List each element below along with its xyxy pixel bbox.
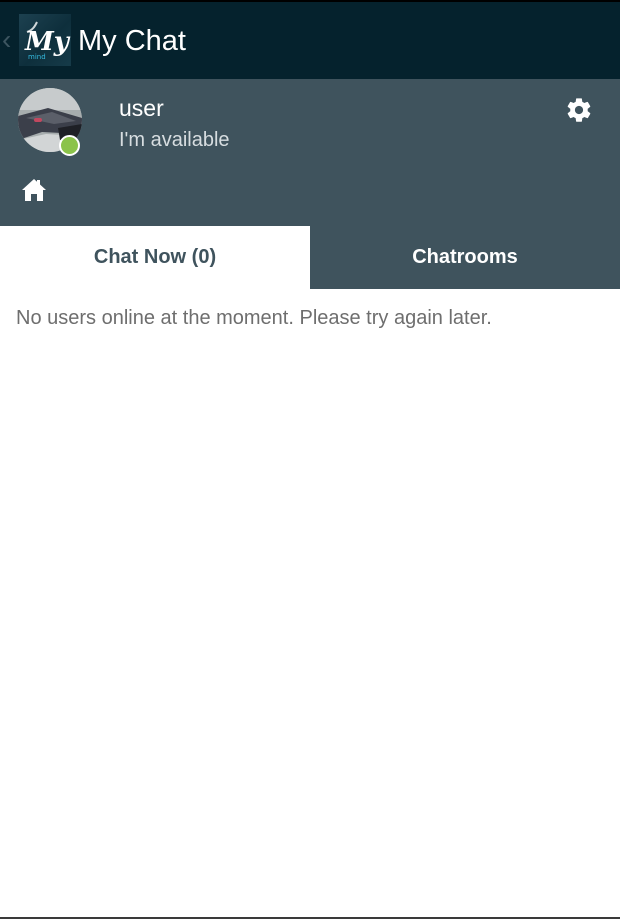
- back-chevron-icon[interactable]: ‹: [2, 26, 11, 54]
- tab-chat-now[interactable]: Chat Now (0): [0, 226, 310, 289]
- logo-subtext: mind: [28, 53, 46, 61]
- online-status-dot: [59, 135, 80, 156]
- tab-bar: Chat Now (0) Chatrooms: [0, 226, 620, 289]
- user-name: user: [119, 95, 164, 121]
- app-bar: ‹ My mind My Chat: [0, 2, 620, 79]
- tab-chatrooms[interactable]: Chatrooms: [310, 226, 620, 289]
- user-status-text[interactable]: I'm available: [119, 127, 230, 153]
- profile-panel: user I'm available: [0, 79, 620, 226]
- gear-icon[interactable]: [565, 96, 593, 124]
- empty-state-message: No users online at the moment. Please tr…: [16, 307, 492, 329]
- app-title: My Chat: [78, 25, 186, 57]
- app-logo[interactable]: My mind: [19, 14, 71, 66]
- home-icon[interactable]: [21, 177, 47, 203]
